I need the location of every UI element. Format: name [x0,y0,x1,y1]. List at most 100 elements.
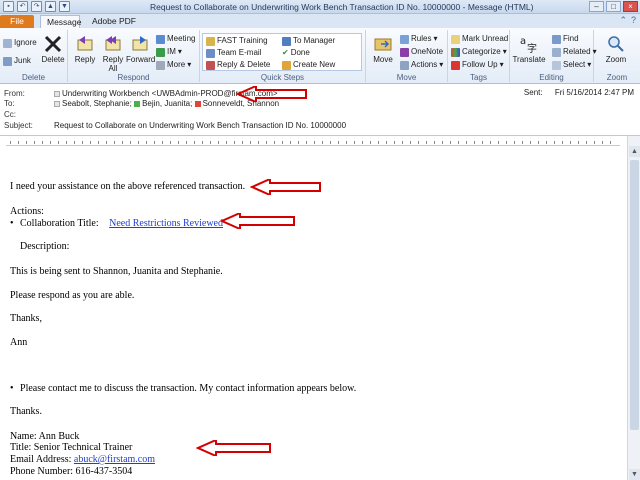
move-button[interactable]: Move [369,34,397,64]
categorize-button[interactable]: Categorize ▾ [451,47,507,57]
onenote-button[interactable]: OneNote [400,47,443,57]
zoom-button[interactable]: Zoom [600,34,632,64]
quickstep-to-manager[interactable]: To Manager [282,36,335,46]
group-tags: Mark Unread Categorize ▾ Follow Up ▾ Tags [448,30,510,82]
ruler-tick [234,141,235,144]
contact-email-label: Email Address: [10,454,74,465]
scroll-up-icon[interactable]: ▲ [629,146,640,157]
chevron-down-icon: ▾ [499,60,504,69]
ruler-tick [450,141,451,144]
scroll-down-icon[interactable]: ▼ [629,469,640,480]
follow-up-button[interactable]: Follow Up ▾ [451,60,504,70]
recipient-bejin[interactable]: Bejin, Juanita; [134,99,192,108]
subject-row: Subject: Request to Collaborate on Under… [4,121,404,131]
collaboration-title-row: • Collaboration Title: Need Restrictions… [10,218,223,230]
save-icon[interactable]: ▪ [3,1,14,12]
window-controls: – □ × [589,1,638,12]
reply-icon [77,36,93,51]
actions-button[interactable]: Actions ▾ [400,60,443,70]
redo-icon[interactable]: ↷ [31,1,42,12]
im-button[interactable]: IM ▾ [156,47,182,57]
ruler-tick [130,141,131,144]
ruler-tick [178,141,179,144]
ruler-tick [586,141,587,144]
undo-icon[interactable]: ↶ [17,1,28,12]
ruler-tick [138,141,139,144]
ruler-tick [426,141,427,144]
presence-icon [194,100,201,107]
ribbon-collapse-icon[interactable]: ⌃ [619,15,627,26]
quickstep-team-email[interactable]: Team E-mail [206,48,261,58]
ruler-tick [274,141,275,144]
group-editing: a 字 Translate Find Related ▾ Select ▾ Edit… [510,30,597,82]
ruler-tick [498,141,499,144]
tab-adobe-pdf[interactable]: Adobe PDF [84,15,144,28]
mark-unread-button[interactable]: Mark Unread [451,34,508,44]
reply-all-button[interactable]: Reply All [100,34,126,73]
minimize-icon[interactable]: – [589,1,604,12]
maximize-icon[interactable]: □ [606,1,621,12]
reply-button[interactable]: Reply [71,34,99,64]
collaboration-title-link[interactable]: Need Restrictions Reviewed [109,218,223,229]
junk-button[interactable]: Junk [3,56,31,66]
chevron-down-icon: ▾ [502,47,507,56]
help-icon[interactable]: ? [631,15,636,26]
ignore-button[interactable]: Ignore [3,38,37,48]
rules-button[interactable]: Rules ▾ [400,34,437,44]
ruler-tick [202,141,203,144]
annotation-arrow-collaboration [220,213,295,229]
sent-info: Sent: Fri 5/16/2014 2:47 PM [524,88,634,97]
forward-button[interactable]: Forward [126,34,155,64]
to-label: To: [4,99,15,108]
up-icon[interactable]: ▲ [45,1,56,12]
contact-title: Title: Senior Technical Trainer [10,442,133,453]
group-quick-steps: FAST Training Team E-mail Reply & Delete… [200,30,366,82]
ruler-tick [514,141,515,144]
contact-email-link[interactable]: abuck@firstam.com [74,454,155,465]
body-line-assistance: I need your assistance on the above refe… [10,181,246,192]
quickstep-reply-delete[interactable]: Reply & Delete [206,60,270,70]
actions-icon [400,60,409,70]
folder-icon [206,36,215,46]
scroll-thumb[interactable] [630,160,639,430]
close-icon[interactable]: × [623,1,638,12]
meeting-button[interactable]: Meeting [156,34,195,44]
bullet: • [10,218,14,229]
ruler-tick [370,141,371,144]
ruler-tick [338,141,339,144]
group-label-editing: Editing [539,73,564,82]
delete-button[interactable]: Delete [40,34,66,64]
ruler-tick [90,141,91,144]
ruler-tick [466,141,467,144]
translate-button[interactable]: a 字 Translate [512,34,546,64]
ruler-tick [186,141,187,144]
recipient-seabolt[interactable]: Seabolt, Stephanie; [54,99,132,108]
reply-delete-icon [206,60,215,70]
help-area: ⌃ ? [619,15,636,26]
body-line-sent-to: This is being sent to Shannon, Juanita a… [10,266,223,277]
find-button[interactable]: Find [552,34,579,44]
ruler-tick [386,141,387,144]
more-button[interactable]: More ▾ [156,60,191,70]
ruler-tick [362,141,363,144]
ruler-tick [418,141,419,144]
quickstep-done[interactable]: ✔ Done [282,48,310,58]
related-button[interactable]: Related ▾ [552,47,597,57]
select-button[interactable]: Select ▾ [552,60,591,70]
quickstep-fast-training[interactable]: FAST Training [206,36,268,46]
down-icon[interactable]: ▼ [59,1,70,12]
ruler-tick [82,141,83,144]
ruler-tick [506,141,507,144]
vertical-scrollbar[interactable]: ▲ ▼ [627,136,640,480]
group-label-delete: Delete [21,73,46,82]
chevron-down-icon: ▾ [439,60,444,69]
checkmark-icon: ✔ [282,48,289,57]
ruler-tick [170,141,171,144]
svg-text:a: a [520,36,526,47]
tab-message[interactable]: Message [40,15,82,28]
quickstep-create-new[interactable]: Create New [282,60,335,70]
tab-file[interactable]: File [0,15,34,28]
im-icon [156,47,165,57]
move-folder-icon [374,38,392,51]
ruler-tick [258,141,259,144]
